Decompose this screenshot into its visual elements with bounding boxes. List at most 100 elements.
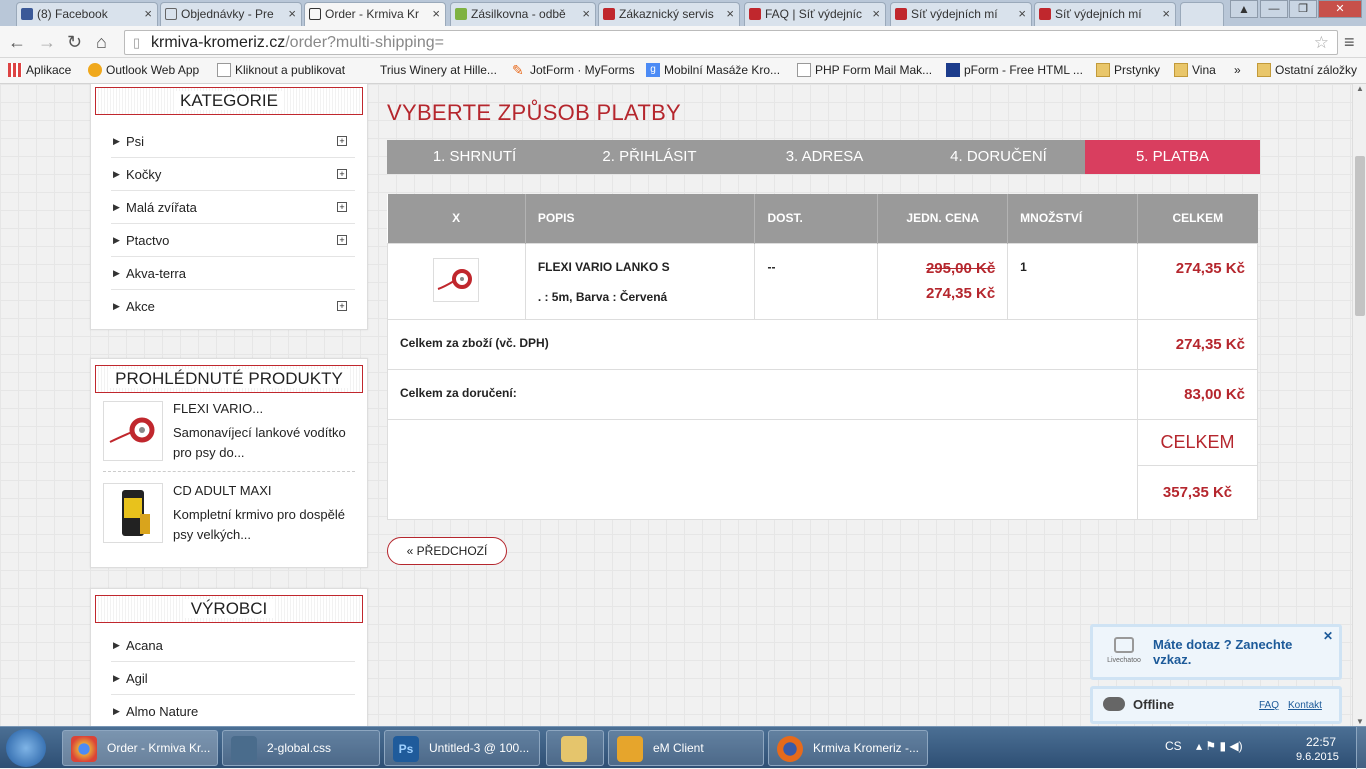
page-icon <box>217 63 231 77</box>
bookmark-folder[interactable]: Ostatní záložky <box>1257 58 1357 82</box>
chat-faq-link[interactable]: FAQ <box>1259 700 1279 711</box>
chat-contact-link[interactable]: Kontakt <box>1288 700 1322 711</box>
maximize-window-button[interactable]: ❐ <box>1289 0 1317 18</box>
bookmark-item[interactable]: PHP Form Mail Mak... <box>797 58 932 82</box>
close-tab-icon[interactable]: × <box>726 3 734 25</box>
taskbar-item-chrome[interactable]: Order - Krmiva Kr... <box>62 730 218 766</box>
clock-date[interactable]: 9.6.2015 <box>1296 751 1339 763</box>
brands-title: VÝROBCI <box>95 595 363 623</box>
tray-icons[interactable]: ▴ ⚑ ▮ ◀) <box>1196 739 1243 753</box>
browser-tab[interactable]: Síť výdejních mí × <box>1034 2 1176 26</box>
new-tab-button[interactable] <box>1180 2 1224 26</box>
close-tab-icon[interactable]: × <box>432 3 440 25</box>
site-icon <box>1039 8 1051 20</box>
close-tab-icon[interactable]: × <box>582 3 590 25</box>
scrollbar-thumb[interactable] <box>1355 156 1365 316</box>
clock-time[interactable]: 22:57 <box>1306 735 1336 749</box>
expand-plus-icon[interactable]: + <box>337 169 347 179</box>
bookmark-item[interactable]: Outlook Web App <box>88 58 199 82</box>
step-address[interactable]: 3. ADRESA <box>737 140 912 174</box>
taskbar-item-firefox[interactable]: Krmiva Kromeriz -... <box>768 730 928 766</box>
brand-item[interactable]: ▶ Agil <box>111 662 355 695</box>
close-tab-icon[interactable]: × <box>144 3 152 25</box>
product-name-link[interactable]: CD ADULT MAXI <box>173 483 271 498</box>
user-icon[interactable]: ▲ <box>1230 0 1258 18</box>
category-item-kocky[interactable]: ▶ Kočky + <box>111 158 355 191</box>
step-login[interactable]: 2. PŘIHLÁSIT <box>562 140 737 174</box>
step-delivery[interactable]: 4. DORUČENÍ <box>912 140 1085 174</box>
expand-plus-icon[interactable]: + <box>337 136 347 146</box>
brand-item[interactable]: ▶ Almo Nature <box>111 695 355 726</box>
browser-tab-active[interactable]: Order - Krmiva Kr × <box>304 2 446 27</box>
category-item-ptactvo[interactable]: ▶ Ptactvo + <box>111 224 355 257</box>
address-bar[interactable]: ▯ krmiva-kromeriz.cz/order?multi-shippin… <box>124 30 1338 55</box>
page-scrollbar[interactable]: ▲ ▼ <box>1352 84 1366 726</box>
close-window-button[interactable]: ✕ <box>1318 0 1362 18</box>
shipping-total-value: 83,00 Kč <box>1137 368 1258 420</box>
browser-tab[interactable]: Zásilkovna - odbě × <box>450 2 596 26</box>
taskbar-item-emclient[interactable]: eM Client <box>608 730 764 766</box>
browser-tab[interactable]: Zákaznický servis × <box>598 2 740 26</box>
category-item-akce[interactable]: ▶ Akce + <box>111 290 355 323</box>
bookmark-folder[interactable]: Vina <box>1174 58 1216 82</box>
bookmark-item[interactable]: g Mobilní Masáže Kro... <box>646 58 780 82</box>
leash-product-image[interactable] <box>433 258 480 302</box>
explorer-icon <box>561 736 587 762</box>
close-tab-icon[interactable]: × <box>872 3 880 25</box>
menu-icon[interactable]: ≡ <box>1344 32 1355 52</box>
product-name-link[interactable]: FLEXI VARIO... <box>173 401 263 416</box>
step-summary[interactable]: 1. SHRNUTÍ <box>387 140 562 174</box>
bookmark-folder[interactable]: Prstynky <box>1096 58 1160 82</box>
scroll-up-icon[interactable]: ▲ <box>1356 84 1364 93</box>
browser-tab[interactable]: (8) Facebook × <box>16 2 158 26</box>
bookmarks-more[interactable]: » <box>1216 58 1241 82</box>
bookmark-item[interactable]: Kliknout a publikovat <box>217 58 345 82</box>
folder-icon <box>1257 63 1271 77</box>
bookmark-star-icon[interactable]: ☆ <box>1314 31 1329 54</box>
step-payment[interactable]: 5. PLATBA <box>1085 140 1260 174</box>
start-button[interactable] <box>6 729 46 767</box>
leash-product-image[interactable] <box>103 401 163 461</box>
cart-item-name[interactable]: FLEXI VARIO LANKO S <box>538 260 743 274</box>
home-icon[interactable]: ⌂ <box>96 32 107 52</box>
taskbar-label: 2-global.css <box>267 741 332 755</box>
show-desktop-button[interactable] <box>1356 727 1366 769</box>
bookmark-label: Outlook Web App <box>106 63 200 77</box>
browser-tab[interactable]: Objednávky - Pre × <box>160 2 302 26</box>
bookmark-item[interactable]: Trius Winery at Hille... <box>362 58 497 82</box>
bookmark-label: Vina <box>1192 63 1216 77</box>
browser-tab[interactable]: Síť výdejních mí × <box>890 2 1032 26</box>
close-tab-icon[interactable]: × <box>1162 3 1170 25</box>
bookmark-item[interactable]: pForm - Free HTML ... <box>946 58 1083 82</box>
category-item-mala-zvirata[interactable]: ▶ Malá zvířata + <box>111 191 355 224</box>
taskbar-item-editor[interactable]: 2-global.css <box>222 730 380 766</box>
expand-plus-icon[interactable]: + <box>337 235 347 245</box>
minimize-window-button[interactable]: — <box>1260 0 1288 18</box>
category-item-akva-terra[interactable]: ▶ Akva-terra <box>111 257 355 290</box>
back-arrow-icon[interactable]: ← <box>8 32 26 52</box>
chat-message[interactable]: Máte dotaz ? Zanechte vzkaz. <box>1153 637 1313 667</box>
close-tab-icon[interactable]: × <box>288 3 296 25</box>
previous-step-button[interactable]: « PŘEDCHOZÍ <box>387 537 507 565</box>
category-item-psi[interactable]: ▶ Psi + <box>111 125 355 158</box>
taskbar-item-explorer[interactable] <box>546 730 604 766</box>
chat-message-box[interactable]: Livechatoo Máte dotaz ? Zanechte vzkaz. … <box>1090 624 1342 680</box>
site-icon <box>309 8 321 20</box>
expand-plus-icon[interactable]: + <box>337 202 347 212</box>
scroll-down-icon[interactable]: ▼ <box>1356 717 1364 726</box>
close-tab-icon[interactable]: × <box>1018 3 1026 25</box>
outlook-icon <box>88 63 102 77</box>
taskbar-item-photoshop[interactable]: Ps Untitled-3 @ 100... <box>384 730 540 766</box>
bookmark-item[interactable]: ✎ JotForm · MyForms <box>512 58 635 82</box>
chat-status-bar[interactable]: Offline FAQ Kontakt <box>1090 686 1342 724</box>
dog-food-product-image[interactable] <box>103 483 163 543</box>
forward-arrow-icon[interactable]: → <box>38 32 56 52</box>
bookmark-item[interactable]: Aplikace <box>8 58 71 82</box>
language-indicator[interactable]: CS <box>1165 739 1182 753</box>
brand-item[interactable]: ▶ Acana <box>111 629 355 662</box>
tab-title: (8) Facebook <box>37 7 108 21</box>
close-icon[interactable]: ✕ <box>1323 629 1333 643</box>
reload-icon[interactable]: ↻ <box>67 32 82 52</box>
expand-plus-icon[interactable]: + <box>337 301 347 311</box>
browser-tab[interactable]: FAQ | Síť výdejníc × <box>744 2 886 26</box>
